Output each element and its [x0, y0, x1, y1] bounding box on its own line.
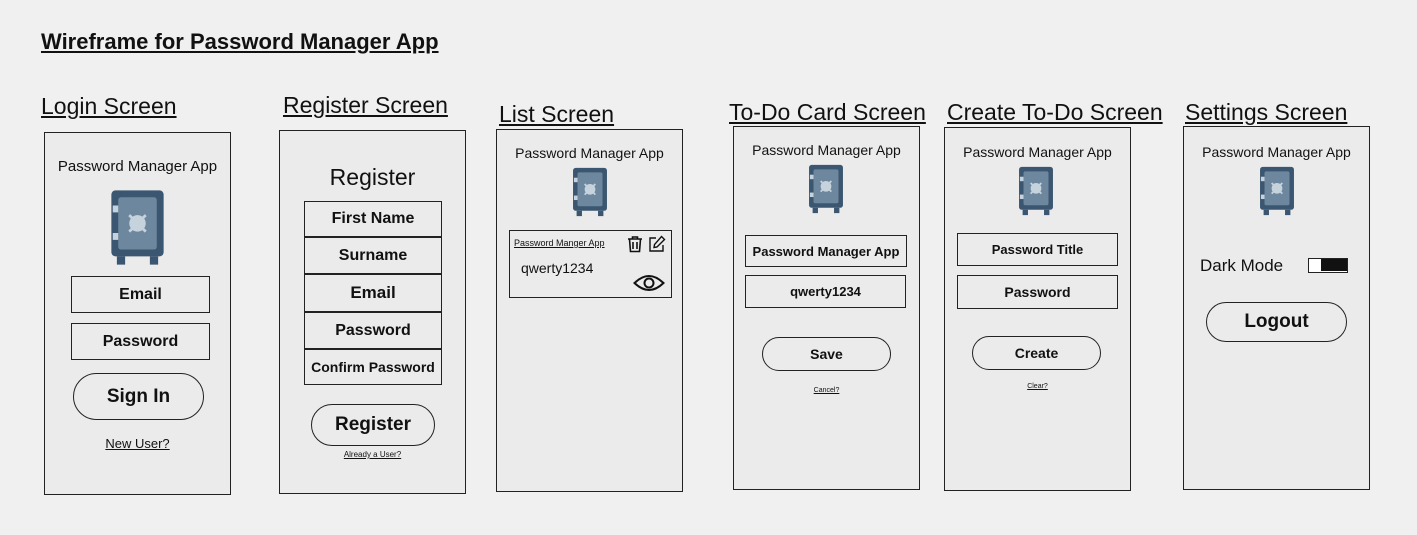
safe-icon — [1018, 166, 1054, 216]
create-button[interactable]: Create — [972, 336, 1101, 370]
create-todo-screen-heading: Create To-Do Screen — [947, 99, 1163, 125]
create-todo-app-name: Password Manager App — [963, 144, 1112, 160]
cancel-link[interactable]: Cancel? — [733, 387, 920, 394]
edit-icon[interactable] — [648, 235, 666, 253]
register-title: Register — [329, 164, 416, 190]
save-button[interactable]: Save — [762, 337, 891, 371]
create-password-field[interactable]: Password — [957, 275, 1118, 309]
dark-mode-label: Dark Mode — [1200, 256, 1284, 275]
safe-icon — [572, 167, 608, 217]
safe-icon — [1259, 166, 1295, 216]
list-screen-heading: List Screen — [499, 101, 615, 127]
toggle-knob — [1321, 259, 1347, 271]
card-title: Password Manger App — [514, 238, 605, 248]
register-password-field[interactable]: Password — [304, 312, 442, 349]
card-password: qwerty1234 — [521, 260, 594, 276]
logout-button[interactable]: Logout — [1206, 302, 1347, 342]
password-field[interactable]: Password — [71, 323, 210, 360]
title-field[interactable]: Password Manager App — [745, 235, 907, 267]
surname-field[interactable]: Surname — [304, 237, 442, 274]
clear-link[interactable]: Clear? — [944, 383, 1131, 390]
todo-card-screen-heading: To-Do Card Screen — [729, 99, 926, 125]
settings-app-name: Password Manager App — [1202, 144, 1351, 160]
confirm-password-field[interactable]: Confirm Password — [304, 349, 442, 385]
new-user-link[interactable]: New User? — [44, 436, 231, 451]
dark-mode-toggle[interactable] — [1308, 258, 1348, 273]
login-app-name: Password Manager App — [57, 158, 218, 175]
login-screen-heading: Login Screen — [41, 93, 177, 119]
settings-screen-heading: Settings Screen — [1185, 99, 1348, 125]
register-email-field[interactable]: Email — [304, 274, 442, 312]
safe-icon — [110, 189, 165, 266]
register-button[interactable]: Register — [311, 404, 435, 446]
todo-card-app-name: Password Manager App — [752, 142, 901, 158]
password-value-field[interactable]: qwerty1234 — [745, 275, 906, 308]
register-screen-heading: Register Screen — [283, 92, 448, 118]
sign-in-button[interactable]: Sign In — [73, 373, 204, 420]
password-title-field[interactable]: Password Title — [957, 233, 1118, 266]
page-title: Wireframe for Password Manager App — [41, 29, 439, 54]
safe-icon — [808, 164, 844, 214]
first-name-field[interactable]: First Name — [304, 201, 442, 237]
email-field[interactable]: Email — [71, 276, 210, 313]
eye-icon[interactable] — [633, 272, 665, 294]
trash-icon[interactable] — [626, 235, 644, 253]
list-app-name: Password Manager App — [515, 145, 664, 161]
already-user-link[interactable]: Already a User? — [279, 450, 466, 459]
